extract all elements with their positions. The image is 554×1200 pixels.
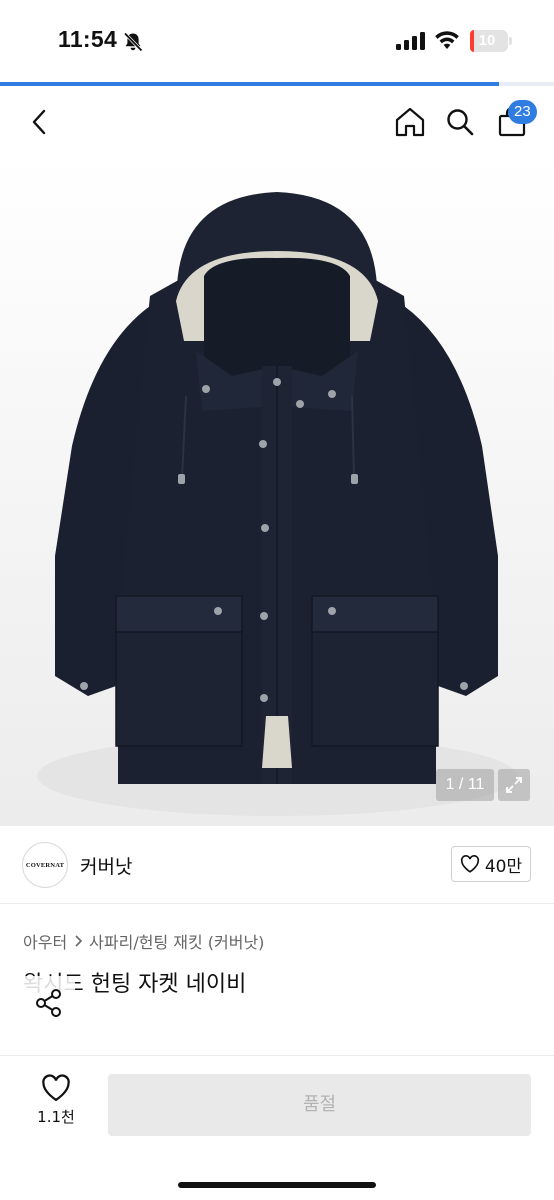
search-icon: [447, 109, 474, 136]
expand-button[interactable]: [498, 769, 530, 801]
jacket-photo: [37, 192, 517, 816]
share-icon: [36, 989, 61, 1017]
seller-row[interactable]: COVERNAT 커버낫 40만: [0, 826, 554, 904]
breadcrumb-item-outer[interactable]: 아우터: [23, 929, 67, 953]
bell-slash-icon: [122, 31, 144, 57]
heart-outline-icon: [460, 855, 479, 873]
brand-logo[interactable]: COVERNAT: [22, 842, 68, 888]
cart-count-badge: 23: [508, 100, 537, 124]
status-time: 11:54: [58, 26, 118, 52]
home-icon: [395, 107, 425, 137]
share-button[interactable]: [23, 976, 75, 1030]
image-counter: 1 / 11: [436, 769, 494, 801]
seller-name[interactable]: 커버낫: [80, 852, 132, 879]
home-indicator: [178, 1182, 376, 1188]
product-image[interactable]: [0, 156, 554, 826]
wifi-icon: [434, 30, 460, 54]
status-bar: 11:54 10: [0, 0, 554, 82]
wishlist-count: 1.1천: [37, 1108, 75, 1126]
search-button[interactable]: [440, 102, 480, 142]
battery-cap: [509, 37, 512, 45]
brand-like-button[interactable]: 40만: [451, 846, 531, 882]
battery-level-text: 10: [478, 32, 496, 49]
home-button[interactable]: [390, 102, 430, 142]
top-nav-bar: [0, 86, 554, 156]
bottom-action-bar: 1.1천 품절: [0, 1055, 554, 1200]
wishlist-button[interactable]: 1.1천: [28, 1074, 84, 1136]
heart-outline-icon: [42, 1074, 70, 1102]
soldout-button[interactable]: 품절: [108, 1074, 531, 1136]
expand-icon: [506, 777, 522, 793]
back-icon: [32, 109, 46, 135]
brand-like-count: 40만: [484, 856, 523, 877]
signal-icon: [396, 32, 426, 54]
category-breadcrumb: 아우터 사파리/헌팅 재킷 (커버낫): [23, 929, 264, 953]
battery-icon: 10: [470, 30, 508, 52]
chevron-right-icon: [75, 935, 83, 947]
back-button[interactable]: [20, 102, 60, 142]
breadcrumb-item-category[interactable]: 사파리/헌팅 재킷 (커버낫): [89, 929, 264, 953]
